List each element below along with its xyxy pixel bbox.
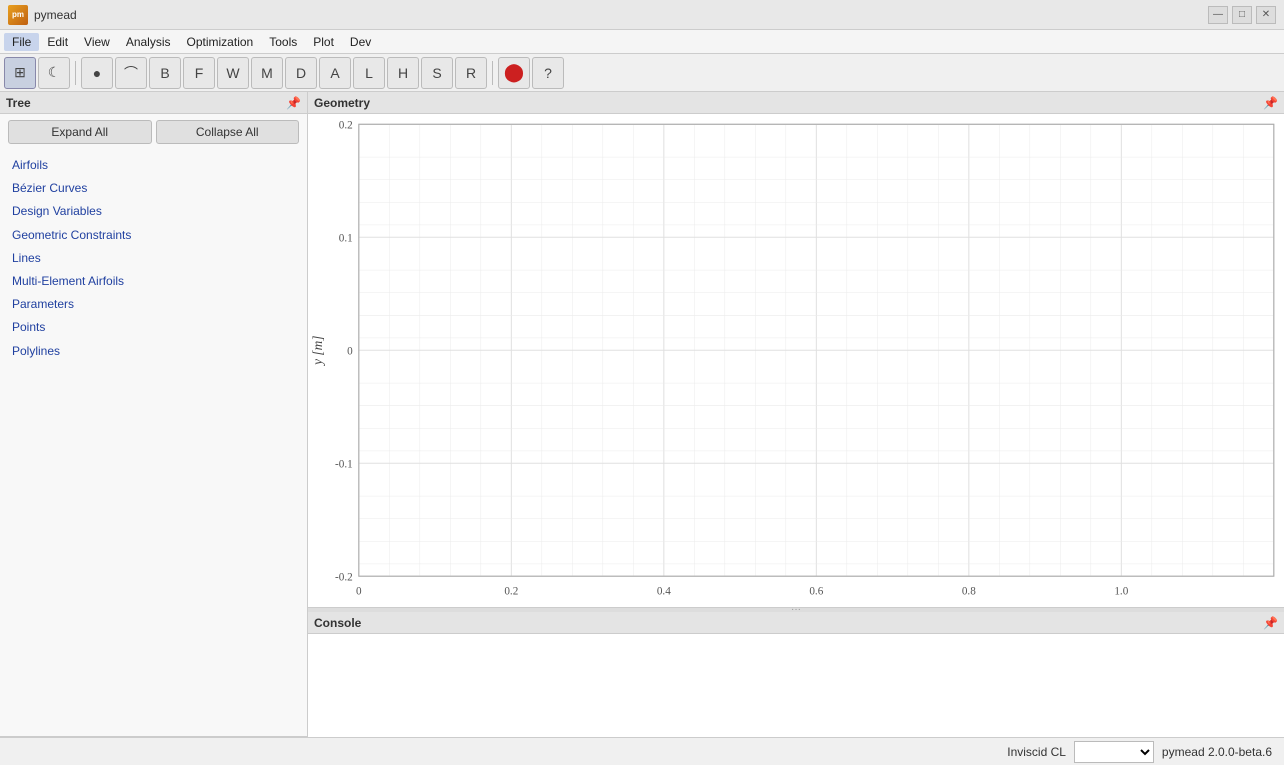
- m-tool[interactable]: M: [251, 57, 283, 89]
- tree-item-bézier-curves[interactable]: Bézier Curves: [8, 177, 299, 200]
- version-label: pymead 2.0.0-beta.6: [1162, 745, 1272, 759]
- console-panel: ··· Console 📌: [308, 607, 1284, 737]
- tree-panel: Tree 📌 Expand All Collapse All AirfoilsB…: [0, 92, 307, 737]
- d-tool[interactable]: D: [285, 57, 317, 89]
- menu-item-plot[interactable]: Plot: [305, 33, 342, 51]
- main-content: Tree 📌 Expand All Collapse All AirfoilsB…: [0, 92, 1284, 737]
- status-bar: Inviscid CL pymead 2.0.0-beta.6: [0, 737, 1284, 765]
- console-content[interactable]: [308, 634, 1284, 737]
- h-tool[interactable]: H: [387, 57, 419, 89]
- menu-item-file[interactable]: File: [4, 33, 39, 51]
- window-controls: — □ ✕: [1208, 6, 1276, 24]
- tree-pin-icon[interactable]: 📌: [286, 96, 301, 110]
- menu-item-view[interactable]: View: [76, 33, 118, 51]
- geometry-panel: Geometry 📌: [308, 92, 1284, 607]
- menu-item-edit[interactable]: Edit: [39, 33, 76, 51]
- tree-item-design-variables[interactable]: Design Variables: [8, 200, 299, 223]
- inviscid-label: Inviscid CL: [1007, 745, 1066, 759]
- svg-text:0: 0: [347, 345, 353, 357]
- app-icon: pm: [8, 5, 28, 25]
- geometry-header: Geometry 📌: [308, 92, 1284, 114]
- console-panel-title: Console: [314, 616, 361, 630]
- svg-text:0.8: 0.8: [962, 586, 976, 598]
- svg-text:0.2: 0.2: [339, 119, 353, 131]
- menu-item-dev[interactable]: Dev: [342, 33, 379, 51]
- toolbar-separator: [75, 61, 76, 85]
- tree-item-airfoils[interactable]: Airfoils: [8, 154, 299, 177]
- svg-text:-0.2: -0.2: [335, 571, 353, 583]
- left-panel: Tree 📌 Expand All Collapse All AirfoilsB…: [0, 92, 308, 737]
- tree-item-multi-element-airfoils[interactable]: Multi-Element Airfoils: [8, 270, 299, 293]
- toolbar-separator: [492, 61, 493, 85]
- toolbar: ⊞☾ ●⌒BFWMDALHSR ⬤?: [0, 54, 1284, 92]
- svg-text:0: 0: [356, 586, 362, 598]
- expand-all-button[interactable]: Expand All: [8, 120, 152, 144]
- menu-item-tools[interactable]: Tools: [261, 33, 305, 51]
- tree-header: Tree 📌: [0, 92, 307, 114]
- inviscid-select[interactable]: [1074, 741, 1154, 763]
- tree-item-points[interactable]: Points: [8, 316, 299, 339]
- console-header: Console 📌: [308, 612, 1284, 634]
- console-pin-icon[interactable]: 📌: [1263, 616, 1278, 630]
- grid-tool[interactable]: ⊞: [4, 57, 36, 89]
- svg-text:0.4: 0.4: [657, 586, 671, 598]
- svg-text:-0.1: -0.1: [335, 458, 353, 470]
- arc-tool[interactable]: ⌒: [115, 57, 147, 89]
- menu-item-analysis[interactable]: Analysis: [118, 33, 179, 51]
- right-panel: Geometry 📌: [308, 92, 1284, 737]
- stop-tool[interactable]: ⬤: [498, 57, 530, 89]
- plot-area[interactable]: 0 0.2 0.4 0.6 0.8 1.0 0.2 0.1 0 -0.1 -0.…: [308, 114, 1284, 607]
- tree-panel-title: Tree: [6, 96, 31, 110]
- svg-text:0.2: 0.2: [504, 586, 518, 598]
- tree-item-polylines[interactable]: Polylines: [8, 340, 299, 363]
- r-tool[interactable]: R: [455, 57, 487, 89]
- tree-buttons: Expand All Collapse All: [0, 114, 307, 150]
- minimize-button[interactable]: —: [1208, 6, 1228, 24]
- svg-text:0.1: 0.1: [339, 232, 353, 244]
- title-bar-left: pm pymead: [8, 5, 77, 25]
- tree-item-lines[interactable]: Lines: [8, 247, 299, 270]
- svg-text:1.0: 1.0: [1114, 586, 1128, 598]
- tree-item-geometric-constraints[interactable]: Geometric Constraints: [8, 224, 299, 247]
- l-tool[interactable]: L: [353, 57, 385, 89]
- geometry-panel-title: Geometry: [314, 96, 370, 110]
- f-tool[interactable]: F: [183, 57, 215, 89]
- help-tool[interactable]: ?: [532, 57, 564, 89]
- tree-item-parameters[interactable]: Parameters: [8, 293, 299, 316]
- a-tool[interactable]: A: [319, 57, 351, 89]
- night-mode-tool[interactable]: ☾: [38, 57, 70, 89]
- menu-bar: FileEditViewAnalysisOptimizationToolsPlo…: [0, 30, 1284, 54]
- tree-list: AirfoilsBézier CurvesDesign VariablesGeo…: [0, 150, 307, 736]
- svg-text:0.6: 0.6: [809, 586, 823, 598]
- bezier-tool[interactable]: B: [149, 57, 181, 89]
- close-button[interactable]: ✕: [1256, 6, 1276, 24]
- collapse-all-button[interactable]: Collapse All: [156, 120, 300, 144]
- geometry-pin-icon[interactable]: 📌: [1263, 96, 1278, 110]
- point-tool[interactable]: ●: [81, 57, 113, 89]
- geometry-plot: 0 0.2 0.4 0.6 0.8 1.0 0.2 0.1 0 -0.1 -0.…: [308, 114, 1284, 607]
- maximize-button[interactable]: □: [1232, 6, 1252, 24]
- w-tool[interactable]: W: [217, 57, 249, 89]
- window-title: pymead: [34, 8, 77, 22]
- title-bar: pm pymead — □ ✕: [0, 0, 1284, 30]
- svg-text:x [m]: x [m]: [801, 605, 831, 607]
- menu-item-optimization[interactable]: Optimization: [179, 33, 262, 51]
- svg-text:y [m]: y [m]: [310, 336, 325, 367]
- s-tool[interactable]: S: [421, 57, 453, 89]
